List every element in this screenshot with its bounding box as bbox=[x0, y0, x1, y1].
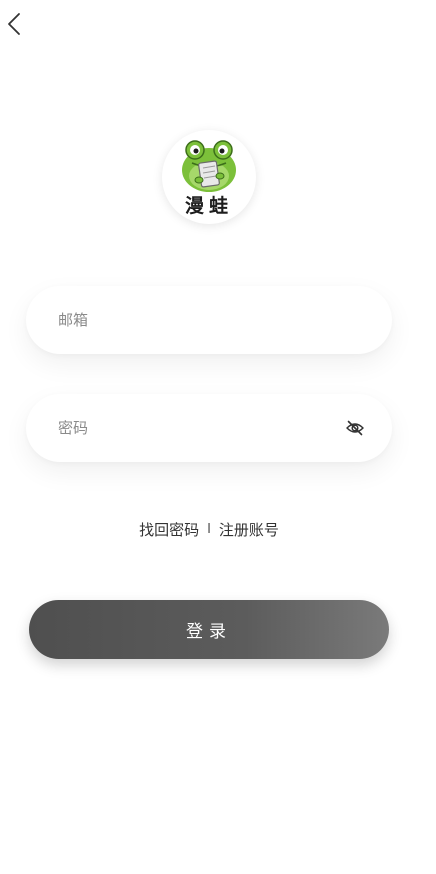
email-input[interactable] bbox=[56, 310, 366, 330]
forgot-password-link[interactable]: 找回密码 bbox=[139, 519, 199, 540]
back-button[interactable] bbox=[0, 12, 28, 40]
links-separator: I bbox=[207, 522, 211, 537]
frog-mascot-logo: 漫蛙 bbox=[182, 140, 236, 217]
account-links: 找回密码 I 注册账号 bbox=[0, 519, 418, 540]
password-field-container[interactable] bbox=[26, 394, 392, 462]
chevron-left-icon bbox=[7, 12, 21, 40]
login-button[interactable]: 登录 bbox=[29, 600, 389, 659]
app-logo: 漫蛙 bbox=[162, 130, 256, 224]
email-field-container[interactable] bbox=[26, 286, 392, 354]
logo-text: 漫蛙 bbox=[185, 194, 233, 217]
eye-off-icon[interactable] bbox=[344, 417, 366, 439]
password-input[interactable] bbox=[56, 418, 344, 438]
register-link[interactable]: 注册账号 bbox=[219, 519, 279, 540]
